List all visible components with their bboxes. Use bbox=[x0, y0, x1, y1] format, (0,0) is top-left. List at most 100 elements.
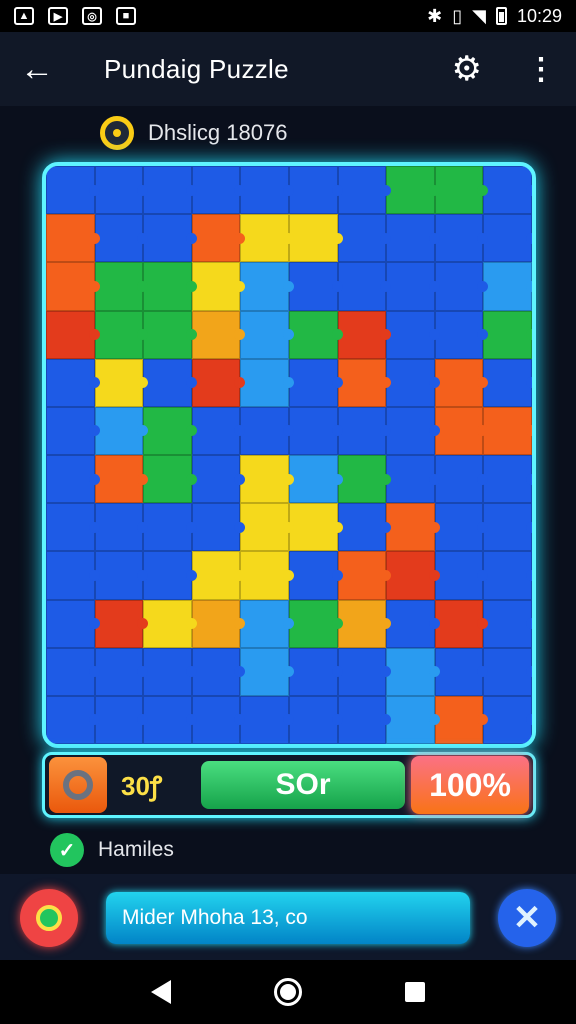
puzzle-piece[interactable] bbox=[434, 551, 488, 600]
puzzle-piece[interactable] bbox=[434, 214, 488, 263]
puzzle-piece[interactable] bbox=[288, 166, 343, 215]
message-input[interactable]: Mider Mhoha 13, co bbox=[106, 892, 470, 944]
puzzle-piece[interactable] bbox=[483, 551, 532, 600]
puzzle-piece[interactable] bbox=[386, 214, 440, 263]
nav-back-button[interactable] bbox=[151, 980, 172, 1004]
puzzle-piece[interactable] bbox=[434, 406, 488, 455]
puzzle-piece[interactable] bbox=[288, 647, 343, 696]
puzzle-piece[interactable] bbox=[386, 262, 440, 311]
puzzle-piece[interactable] bbox=[191, 358, 245, 407]
puzzle-board[interactable] bbox=[42, 162, 536, 748]
puzzle-piece[interactable] bbox=[337, 358, 391, 407]
puzzle-piece[interactable] bbox=[191, 455, 245, 504]
puzzle-piece[interactable] bbox=[46, 647, 100, 696]
puzzle-piece[interactable] bbox=[483, 358, 532, 407]
puzzle-piece[interactable] bbox=[94, 166, 148, 215]
puzzle-piece[interactable] bbox=[434, 695, 488, 744]
back-arrow-icon[interactable]: ← bbox=[20, 50, 70, 89]
puzzle-piece[interactable] bbox=[434, 262, 488, 311]
puzzle-piece[interactable] bbox=[288, 358, 343, 407]
puzzle-piece[interactable] bbox=[386, 406, 440, 455]
more-vert-icon[interactable]: ⋮ bbox=[526, 52, 556, 87]
puzzle-piece[interactable] bbox=[434, 647, 488, 696]
puzzle-piece[interactable] bbox=[483, 262, 532, 311]
puzzle-piece[interactable] bbox=[288, 455, 343, 504]
puzzle-piece[interactable] bbox=[288, 503, 343, 552]
puzzle-piece[interactable] bbox=[288, 214, 343, 263]
puzzle-piece[interactable] bbox=[143, 214, 197, 263]
puzzle-piece[interactable] bbox=[240, 647, 294, 696]
puzzle-piece[interactable] bbox=[288, 310, 343, 359]
puzzle-piece[interactable] bbox=[337, 166, 391, 215]
puzzle-piece[interactable] bbox=[143, 455, 197, 504]
puzzle-piece[interactable] bbox=[386, 599, 440, 648]
puzzle-piece[interactable] bbox=[191, 599, 245, 648]
puzzle-piece[interactable] bbox=[288, 599, 343, 648]
puzzle-piece[interactable] bbox=[483, 166, 532, 215]
puzzle-piece[interactable] bbox=[386, 358, 440, 407]
puzzle-piece[interactable] bbox=[191, 262, 245, 311]
puzzle-piece[interactable] bbox=[288, 551, 343, 600]
puzzle-piece[interactable] bbox=[191, 503, 245, 552]
gear-icon[interactable]: ⚙ bbox=[452, 49, 482, 89]
puzzle-piece[interactable] bbox=[386, 503, 440, 552]
puzzle-piece[interactable] bbox=[240, 695, 294, 744]
puzzle-piece[interactable] bbox=[434, 503, 488, 552]
puzzle-piece[interactable] bbox=[143, 695, 197, 744]
puzzle-piece[interactable] bbox=[46, 695, 100, 744]
puzzle-piece[interactable] bbox=[240, 551, 294, 600]
puzzle-piece[interactable] bbox=[46, 166, 100, 215]
puzzle-piece[interactable] bbox=[94, 599, 148, 648]
puzzle-piece[interactable] bbox=[143, 262, 197, 311]
puzzle-piece[interactable] bbox=[434, 166, 488, 215]
puzzle-piece[interactable] bbox=[483, 647, 532, 696]
puzzle-piece[interactable] bbox=[337, 551, 391, 600]
puzzle-piece[interactable] bbox=[434, 599, 488, 648]
puzzle-piece[interactable] bbox=[143, 406, 197, 455]
puzzle-piece[interactable] bbox=[94, 455, 148, 504]
puzzle-piece[interactable] bbox=[191, 166, 245, 215]
puzzle-piece[interactable] bbox=[337, 214, 391, 263]
puzzle-piece[interactable] bbox=[46, 358, 100, 407]
nav-recent-button[interactable] bbox=[404, 982, 425, 1002]
puzzle-piece[interactable] bbox=[386, 455, 440, 504]
puzzle-piece[interactable] bbox=[288, 406, 343, 455]
puzzle-piece[interactable] bbox=[337, 310, 391, 359]
puzzle-piece[interactable] bbox=[143, 599, 197, 648]
puzzle-piece[interactable] bbox=[240, 406, 294, 455]
puzzle-piece[interactable] bbox=[337, 503, 391, 552]
puzzle-piece[interactable] bbox=[483, 599, 532, 648]
puzzle-piece[interactable] bbox=[240, 358, 294, 407]
puzzle-piece[interactable] bbox=[386, 647, 440, 696]
puzzle-piece[interactable] bbox=[143, 166, 197, 215]
hint-button[interactable] bbox=[49, 757, 107, 813]
puzzle-piece[interactable] bbox=[143, 310, 197, 359]
puzzle-piece[interactable] bbox=[386, 551, 440, 600]
puzzle-piece[interactable] bbox=[46, 455, 100, 504]
puzzle-piece[interactable] bbox=[337, 262, 391, 311]
puzzle-piece[interactable] bbox=[434, 358, 488, 407]
puzzle-piece[interactable] bbox=[94, 647, 148, 696]
puzzle-piece[interactable] bbox=[191, 695, 245, 744]
puzzle-piece[interactable] bbox=[191, 310, 245, 359]
puzzle-piece[interactable] bbox=[386, 166, 440, 215]
puzzle-piece[interactable] bbox=[240, 166, 294, 215]
nav-home-button[interactable] bbox=[273, 978, 302, 1006]
puzzle-piece[interactable] bbox=[240, 599, 294, 648]
puzzle-piece[interactable] bbox=[191, 647, 245, 696]
puzzle-piece[interactable] bbox=[434, 310, 488, 359]
puzzle-piece[interactable] bbox=[94, 695, 148, 744]
puzzle-piece[interactable] bbox=[483, 455, 532, 504]
puzzle-piece[interactable] bbox=[46, 214, 100, 263]
puzzle-piece[interactable] bbox=[46, 551, 100, 600]
puzzle-piece[interactable] bbox=[143, 647, 197, 696]
puzzle-piece[interactable] bbox=[143, 551, 197, 600]
puzzle-piece[interactable] bbox=[483, 406, 532, 455]
puzzle-piece[interactable] bbox=[94, 406, 148, 455]
pin-button[interactable] bbox=[20, 889, 78, 947]
puzzle-piece[interactable] bbox=[143, 503, 197, 552]
action-button[interactable]: SOr bbox=[201, 761, 405, 809]
puzzle-piece[interactable] bbox=[94, 358, 148, 407]
puzzle-piece[interactable] bbox=[191, 406, 245, 455]
puzzle-piece[interactable] bbox=[337, 406, 391, 455]
